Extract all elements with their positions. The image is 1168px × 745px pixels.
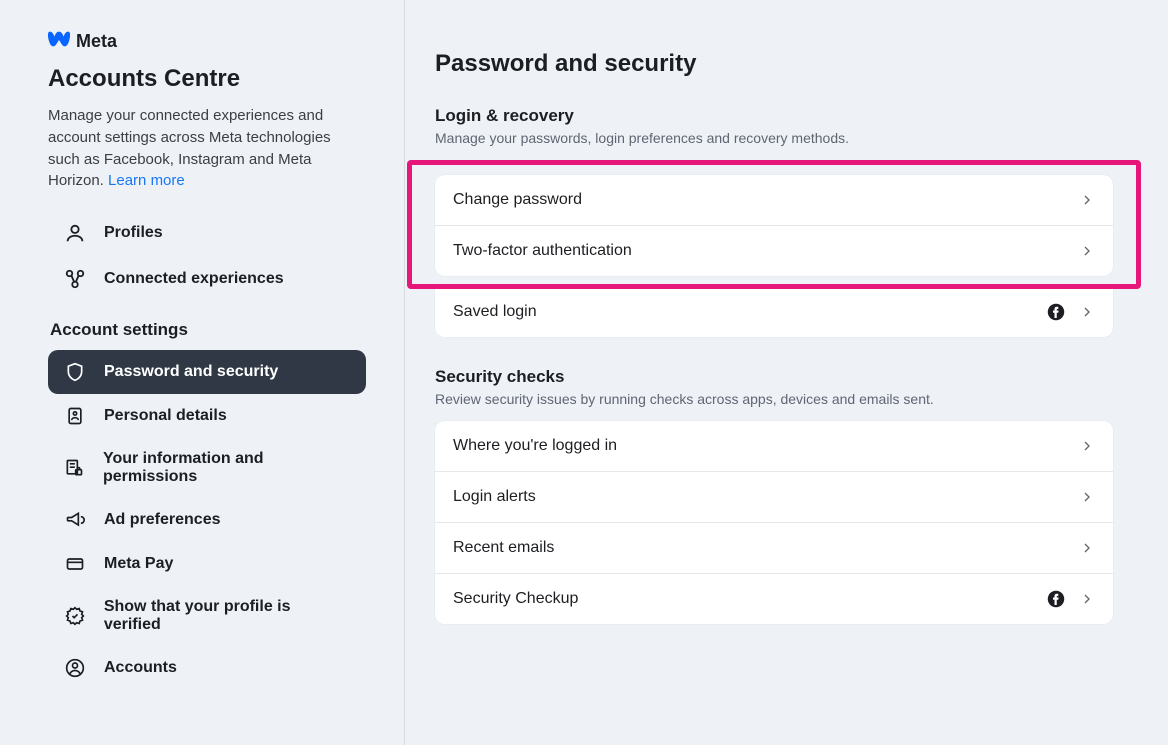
shield-icon xyxy=(64,362,86,382)
group2-card: Where you're logged in Login alerts Rece… xyxy=(435,421,1113,624)
sidebar-item-your-info-permissions[interactable]: Your information and permissions xyxy=(48,438,366,498)
sidebar-item-label: Personal details xyxy=(104,407,227,425)
sidebar-item-profiles[interactable]: Profiles xyxy=(48,210,366,256)
sidebar-item-personal-details[interactable]: Personal details xyxy=(48,394,366,438)
row-change-password[interactable]: Change password xyxy=(435,175,1113,225)
row-label: Security Checkup xyxy=(453,590,578,608)
row-recent-emails[interactable]: Recent emails xyxy=(435,522,1113,573)
document-lock-icon xyxy=(64,458,85,478)
sidebar: Meta Accounts Centre Manage your connect… xyxy=(0,0,405,745)
group1-subtitle: Manage your passwords, login preferences… xyxy=(435,130,1113,146)
nodes-icon xyxy=(64,268,86,290)
sidebar-description: Manage your connected experiences and ac… xyxy=(48,105,366,192)
row-two-factor[interactable]: Two-factor authentication xyxy=(435,225,1113,276)
group2-subtitle: Review security issues by running checks… xyxy=(435,391,1113,407)
highlight-annotation: Change password Two-factor authenticatio… xyxy=(407,160,1141,289)
group1-title: Login & recovery xyxy=(435,106,1113,126)
chevron-right-icon xyxy=(1079,438,1095,454)
row-label: Login alerts xyxy=(453,488,536,506)
sidebar-item-label: Profiles xyxy=(104,224,163,242)
chevron-right-icon xyxy=(1079,489,1095,505)
row-security-checkup[interactable]: Security Checkup xyxy=(435,573,1113,624)
row-label: Where you're logged in xyxy=(453,437,617,455)
sidebar-item-label: Meta Pay xyxy=(104,555,173,573)
sidebar-item-label: Accounts xyxy=(104,659,177,677)
sidebar-item-label: Password and security xyxy=(104,363,278,381)
facebook-icon xyxy=(1047,590,1065,608)
sidebar-item-label: Connected experiences xyxy=(104,270,284,288)
sidebar-item-profile-verified[interactable]: Show that your profile is verified xyxy=(48,586,366,646)
chevron-right-icon xyxy=(1079,304,1095,320)
id-card-icon xyxy=(64,406,86,426)
user-icon xyxy=(64,222,86,244)
sidebar-item-password-security[interactable]: Password and security xyxy=(48,350,366,394)
sidebar-title: Accounts Centre xyxy=(48,65,366,93)
sidebar-item-meta-pay[interactable]: Meta Pay xyxy=(48,542,366,586)
brand-logo: Meta xyxy=(48,28,366,55)
group1-card-top: Change password Two-factor authenticatio… xyxy=(435,175,1113,276)
row-label: Change password xyxy=(453,191,582,209)
learn-more-link[interactable]: Learn more xyxy=(108,172,185,189)
facebook-icon xyxy=(1047,303,1065,321)
main-content: Password and security Login & recovery M… xyxy=(405,0,1168,745)
group2-title: Security checks xyxy=(435,367,1113,387)
row-saved-login[interactable]: Saved login xyxy=(435,287,1113,337)
row-label: Two-factor authentication xyxy=(453,242,632,260)
sidebar-item-accounts[interactable]: Accounts xyxy=(48,646,366,690)
sidebar-item-label: Ad preferences xyxy=(104,511,221,529)
sidebar-item-connected-experiences[interactable]: Connected experiences xyxy=(48,256,366,302)
row-label: Saved login xyxy=(453,303,537,321)
group1-card-bottom: Saved login xyxy=(435,287,1113,337)
sidebar-item-label: Show that your profile is verified xyxy=(104,598,350,634)
row-where-logged-in[interactable]: Where you're logged in xyxy=(435,421,1113,471)
chevron-right-icon xyxy=(1079,192,1095,208)
megaphone-icon xyxy=(64,510,86,530)
verified-badge-icon xyxy=(64,606,86,626)
chevron-right-icon xyxy=(1079,243,1095,259)
sidebar-item-label: Your information and permissions xyxy=(103,450,350,486)
row-label: Recent emails xyxy=(453,539,554,557)
credit-card-icon xyxy=(64,554,86,574)
sidebar-item-ad-preferences[interactable]: Ad preferences xyxy=(48,498,366,542)
page-title: Password and security xyxy=(435,50,1113,78)
user-circle-icon xyxy=(64,658,86,678)
row-login-alerts[interactable]: Login alerts xyxy=(435,471,1113,522)
meta-logo-icon xyxy=(48,28,70,55)
chevron-right-icon xyxy=(1079,540,1095,556)
brand-name: Meta xyxy=(76,31,117,52)
sidebar-section-label: Account settings xyxy=(50,320,366,340)
chevron-right-icon xyxy=(1079,591,1095,607)
